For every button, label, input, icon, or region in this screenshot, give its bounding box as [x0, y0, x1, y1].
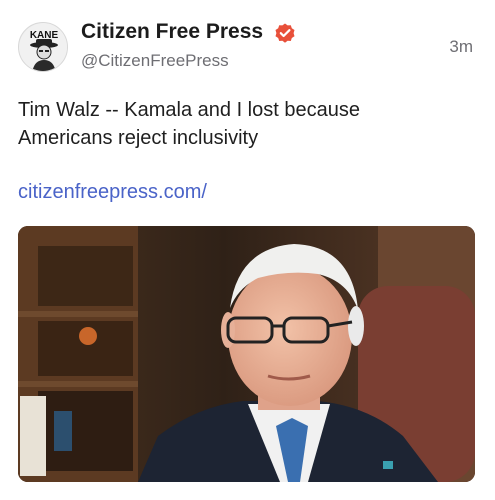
verified-badge-icon [275, 23, 295, 43]
post-card[interactable]: KANE Citizen Free Press @CitizenFreePres… [0, 0, 495, 500]
post-media-image[interactable] [18, 226, 475, 482]
post-link[interactable]: citizenfreepress.com/ [18, 181, 207, 204]
post-timestamp[interactable]: 3m [449, 37, 473, 57]
author-display-name[interactable]: Citizen Free Press [81, 20, 263, 44]
post-text: Tim Walz -- Kamala and I lost because Am… [18, 99, 360, 149]
author-handle[interactable]: @CitizenFreePress [81, 51, 229, 71]
author-avatar[interactable]: KANE [18, 22, 68, 72]
media-photo [18, 226, 475, 482]
